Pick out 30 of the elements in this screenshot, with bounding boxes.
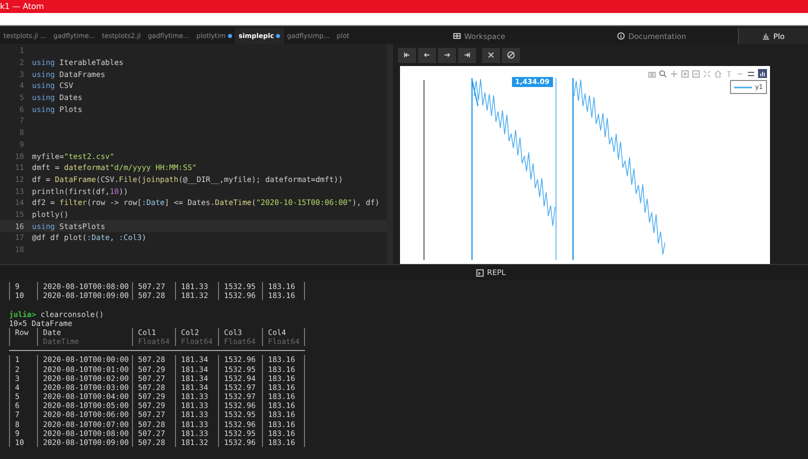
plotly-logo-icon <box>758 69 767 78</box>
modified-dot-icon <box>228 34 232 38</box>
spike-icon <box>725 70 733 78</box>
autoscale-icon <box>703 70 711 78</box>
modified-dot-icon <box>276 34 280 38</box>
info-icon <box>617 32 626 40</box>
stacked-tags-icon <box>747 70 755 78</box>
last-plot-button[interactable] <box>458 48 476 62</box>
legend-line-icon <box>734 86 752 88</box>
camera-icon <box>648 70 656 78</box>
arrow-left-icon <box>423 51 431 59</box>
window-title: k1 — Atom <box>0 2 44 10</box>
forbidden-icon <box>507 51 515 59</box>
close-icon <box>487 51 495 59</box>
home-icon <box>714 70 722 78</box>
arrow-right-icon <box>443 51 451 59</box>
table-icon <box>453 32 462 40</box>
last-icon <box>463 51 471 59</box>
zoom-icon <box>659 70 667 78</box>
close-plot-button[interactable] <box>482 48 500 62</box>
terminal-icon <box>476 268 484 276</box>
first-icon <box>403 51 411 59</box>
zoom-in-icon <box>681 70 689 78</box>
pan-icon <box>670 70 678 78</box>
clear-plots-button[interactable] <box>502 48 520 62</box>
previous-plot-button[interactable] <box>418 48 436 62</box>
zoom-out-icon <box>692 70 700 78</box>
bar-chart-icon <box>762 32 770 40</box>
first-plot-button[interactable] <box>398 48 416 62</box>
next-plot-button[interactable] <box>438 48 456 62</box>
